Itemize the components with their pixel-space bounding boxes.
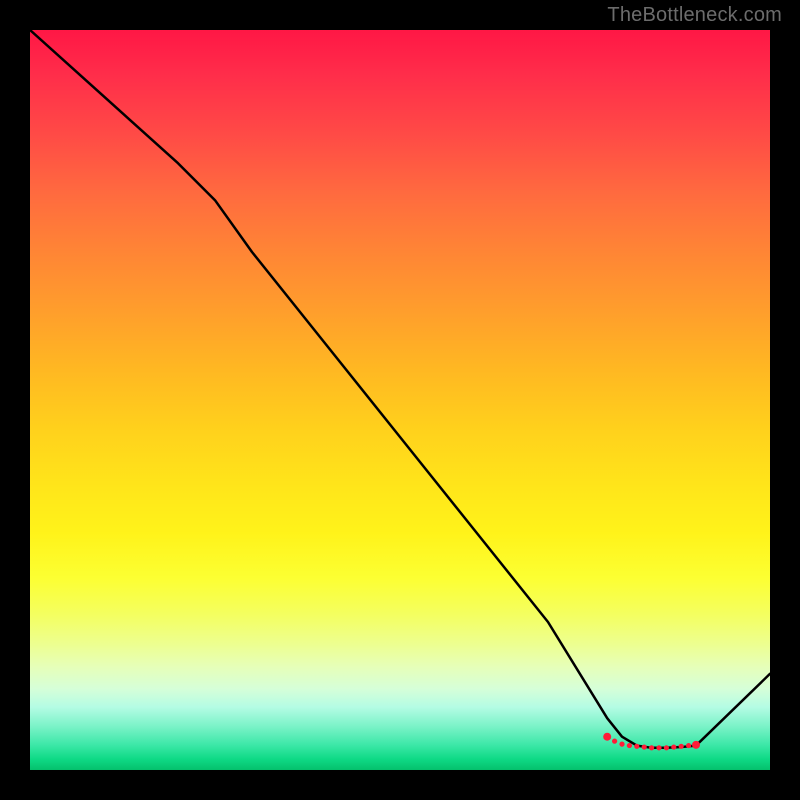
- optimal-dot: [679, 744, 684, 749]
- optimal-dot: [686, 743, 691, 748]
- optimal-dot: [671, 744, 676, 749]
- optimal-dot: [634, 744, 639, 749]
- optimal-dot: [692, 741, 700, 749]
- optimal-dot: [649, 745, 654, 750]
- attribution-label: TheBottleneck.com: [607, 4, 782, 27]
- optimal-dot: [627, 743, 632, 748]
- plot-area: [30, 30, 770, 770]
- optimal-dot: [656, 745, 661, 750]
- optimal-dot: [603, 733, 611, 741]
- optimal-dot: [619, 742, 624, 747]
- optimal-dot: [612, 739, 617, 744]
- optimal-dot: [664, 745, 669, 750]
- bottleneck-curve: [30, 30, 770, 748]
- chart-frame: TheBottleneck.com: [0, 0, 800, 800]
- optimal-dot: [642, 744, 647, 749]
- chart-svg: [30, 30, 770, 770]
